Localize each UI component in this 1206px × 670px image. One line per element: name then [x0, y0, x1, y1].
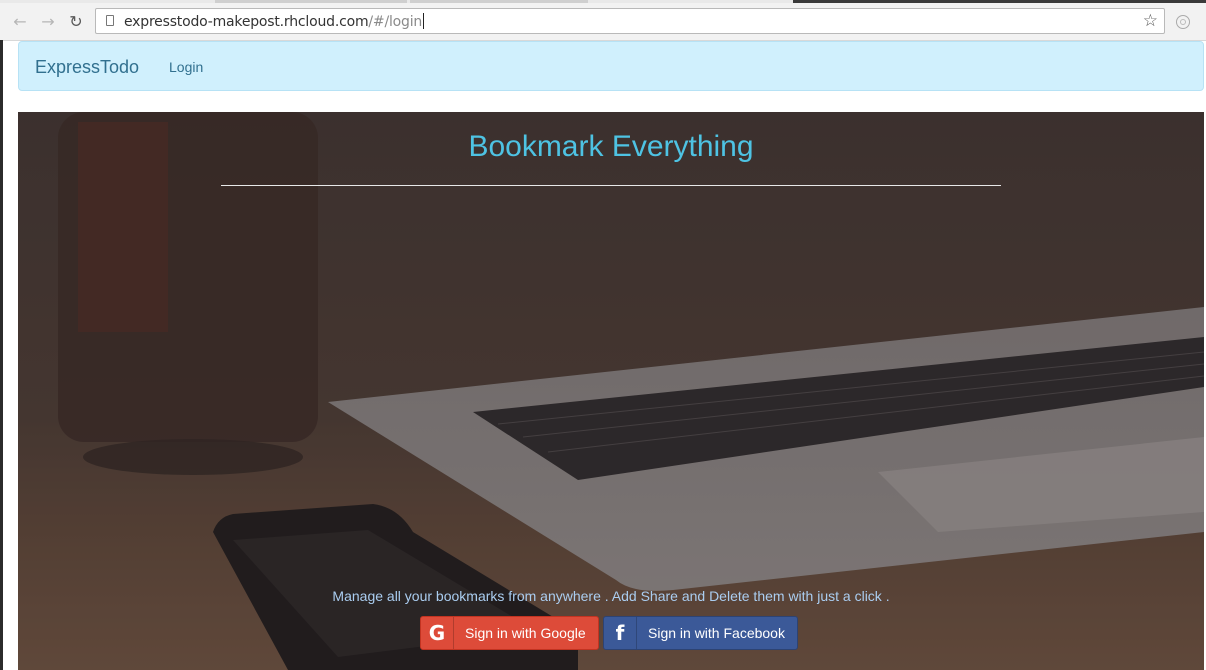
hero-background-image: [18, 112, 1204, 670]
page-icon: [106, 15, 114, 26]
app-navbar: ExpressTodo Login: [18, 41, 1204, 91]
hero-tagline: Manage all your bookmarks from anywhere …: [332, 588, 890, 604]
text-caret: [423, 13, 425, 29]
back-icon[interactable]: ←: [9, 11, 31, 33]
reload-icon[interactable]: ↻: [65, 11, 87, 33]
url-text[interactable]: expresstodo-makepost.rhcloud.com/#/login: [124, 13, 425, 30]
hero-section: Bookmark Everything Manage all your book…: [18, 112, 1204, 670]
address-bar[interactable]: expresstodo-makepost.rhcloud.com/#/login…: [95, 8, 1165, 34]
hero-title: Bookmark Everything: [468, 130, 754, 163]
nav-link-login[interactable]: Login: [169, 59, 203, 75]
browser-toolbar: ← → ↻ expresstodo-makepost.rhcloud.com/#…: [0, 3, 1206, 41]
url-host: expresstodo-makepost.rhcloud.com: [124, 14, 369, 30]
forward-icon[interactable]: →: [37, 11, 59, 33]
navbar-brand[interactable]: ExpressTodo: [35, 57, 139, 78]
divider: [221, 185, 1001, 186]
google-icon: G: [421, 617, 454, 649]
google-button-label: Sign in with Google: [465, 625, 586, 641]
sign-in-facebook-button[interactable]: f Sign in with Facebook: [603, 616, 798, 650]
star-icon[interactable]: ☆: [1143, 11, 1158, 31]
window-edge: [0, 40, 3, 670]
url-path: /#/login: [368, 14, 423, 30]
extension-icon[interactable]: [1176, 15, 1190, 29]
facebook-icon: f: [604, 617, 637, 649]
facebook-button-label: Sign in with Facebook: [648, 625, 785, 641]
sign-in-google-button[interactable]: G Sign in with Google: [420, 616, 599, 650]
